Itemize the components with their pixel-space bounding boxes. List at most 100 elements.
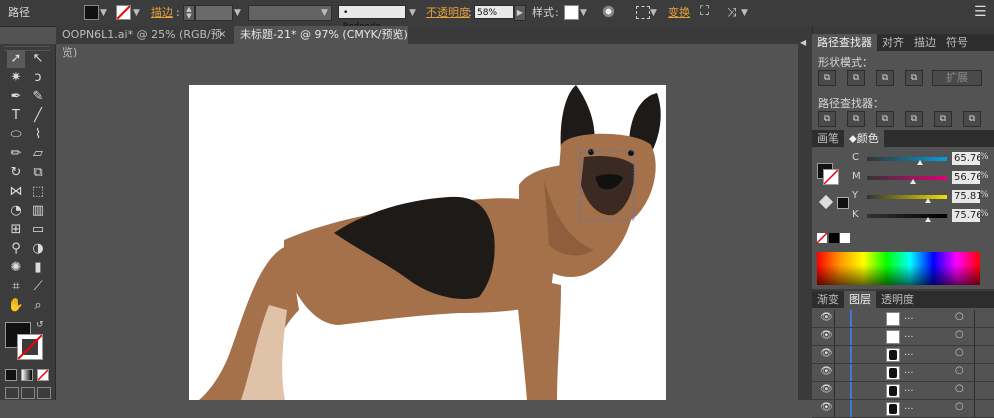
ellipse-tool-icon[interactable]: ⬭ [7,126,25,144]
visibility-eye-icon[interactable]: 👁 [820,330,833,341]
visibility-eye-icon[interactable]: 👁 [820,384,833,395]
opacity-label[interactable]: 不透明度 [426,1,470,25]
slider-thumb[interactable] [916,160,923,165]
channel-value-field[interactable]: 75.76 [952,209,980,222]
target-circle-icon[interactable]: ○ [955,401,964,412]
visibility-eye-icon[interactable]: 👁 [820,348,833,359]
channel-slider[interactable] [867,157,947,161]
transform-each-icon[interactable]: ⛶ [700,4,709,20]
close-icon[interactable]: × [218,26,226,44]
panel-menu-icon[interactable]: ☰ [974,3,987,21]
stroke-weight-field[interactable] [195,5,233,21]
line-tool-icon[interactable]: ╱ [29,107,47,125]
web-safe-swatch[interactable] [837,197,849,209]
transform-label[interactable]: 变换 [668,1,690,25]
chevron-down-icon[interactable]: ▼ [580,1,587,25]
tab-align[interactable]: 对齐 [877,34,909,51]
blend-tool-icon[interactable]: ◑ [29,240,47,258]
width-tool-icon[interactable]: ⋈ [7,183,25,201]
chevron-down-icon[interactable]: ▼ [234,1,241,25]
align-icon[interactable] [636,6,650,19]
minus-front-button[interactable]: ⧉ [847,70,865,86]
target-circle-icon[interactable]: ○ [955,311,964,322]
layer-row[interactable]: 👁... ○ [812,382,994,400]
tab-color[interactable]: ⬥颜色 [844,130,884,147]
perspective-grid-icon[interactable]: ▥ [29,202,47,220]
out-of-gamut-icon[interactable] [818,194,834,210]
layer-row[interactable]: 👁... ○ [812,364,994,382]
black-swatch[interactable] [829,233,839,243]
opacity-field[interactable]: 58% [474,5,514,19]
stroke-label[interactable]: 描边 [151,1,173,25]
pen-tool-icon[interactable]: ✒ [7,88,25,106]
intersect-button[interactable]: ⧉ [876,70,894,86]
pencil-icon[interactable]: ✏ [7,145,25,163]
expand-button[interactable]: 扩展 [932,70,982,86]
slider-thumb[interactable] [924,217,931,222]
draw-behind-icon[interactable] [21,387,35,399]
tab-document-2[interactable]: 未标题-21* @ 97% (CMYK/预览) × [234,26,408,44]
chevron-down-icon[interactable]: ▼ [650,1,657,25]
layer-row[interactable]: 👁... ○ [812,400,994,418]
merge-button[interactable]: ⧉ [876,111,894,127]
dock-collapse-strip[interactable]: ◀ [798,26,813,400]
chevron-down-icon[interactable]: ▼ [741,1,748,25]
artboard[interactable] [189,85,666,400]
tab-pathfinder[interactable]: 路径查找器 [812,34,877,51]
graphic-style-swatch[interactable] [564,5,579,20]
target-circle-icon[interactable]: ○ [955,347,964,358]
swap-fill-stroke-icon[interactable]: ↺ [36,320,44,330]
gradient-tool-icon[interactable]: ▭ [29,221,47,239]
channel-value-field[interactable]: 65.76 [952,152,980,165]
symbol-sprayer-icon[interactable]: ✺ [7,259,25,277]
crop-button[interactable]: ⧉ [905,111,923,127]
gradient-mode-icon[interactable] [21,369,33,381]
chevron-down-icon[interactable]: ▼ [133,1,140,25]
chevron-down-icon[interactable]: ▼ [100,1,107,25]
trim-button[interactable]: ⧉ [847,111,865,127]
minus-back-button[interactable]: ⧉ [963,111,981,127]
color-stroke-box[interactable] [823,169,839,185]
recolor-artwork-icon[interactable] [602,5,615,18]
artboard-tool-icon[interactable]: ⌗ [7,278,25,296]
stroke-swatch[interactable] [116,5,131,20]
none-swatch[interactable] [817,233,827,243]
graph-tool-icon[interactable]: ▮ [29,259,47,277]
paintbrush-icon[interactable]: ⌇ [29,126,47,144]
chevron-down-icon[interactable]: ▼ [321,1,328,25]
visibility-eye-icon[interactable]: 👁 [820,402,833,413]
tab-layers[interactable]: 图层 [844,291,876,308]
shape-builder-icon[interactable]: ◔ [7,202,25,220]
outline-button[interactable]: ⧉ [934,111,952,127]
tab-document-1[interactable]: OOPN6L1.ai* @ 25% (RGB/预览) × [56,26,234,59]
slice-tool-icon[interactable]: ⟋ [29,278,47,296]
magic-wand-icon[interactable]: ✷ [7,69,25,87]
direct-selection-tool-icon[interactable]: ↖ [29,50,47,68]
layer-row[interactable]: 👁... ○ [812,328,994,346]
unite-button[interactable]: ⧉ [818,70,836,86]
lasso-icon[interactable]: ↄ [29,69,47,87]
stroke-stepper[interactable]: ▲ ▼ [183,5,195,21]
stroke-color-box[interactable] [17,334,43,360]
brush-definition-field[interactable]: • Redondo... [338,5,406,32]
target-circle-icon[interactable]: ○ [955,365,964,376]
close-icon[interactable]: × [392,26,400,44]
tab-symbols[interactable]: 符号 [941,34,973,51]
draw-mode-icon[interactable] [5,387,19,399]
mesh-tool-icon[interactable]: ⊞ [7,221,25,239]
white-swatch[interactable] [840,233,850,243]
color-spectrum[interactable] [817,252,980,285]
opacity-dropdown-button[interactable]: ▶ [514,5,526,21]
channel-slider[interactable] [867,214,947,218]
divide-button[interactable]: ⧉ [818,111,836,127]
layer-row[interactable]: 👁... ○ [812,310,994,328]
tab-stroke[interactable]: 描边 [909,34,941,51]
hand-tool-icon[interactable]: ✋ [7,297,25,315]
eyedropper-icon[interactable]: ⚲ [7,240,25,258]
chevron-down-icon[interactable]: ▼ [409,1,416,25]
channel-slider[interactable] [867,176,947,180]
slider-thumb[interactable] [924,198,931,203]
visibility-eye-icon[interactable]: 👁 [820,312,833,323]
channel-value-field[interactable]: 75.81 [952,190,980,203]
collapse-arrow-icon[interactable]: ◀ [800,38,806,47]
